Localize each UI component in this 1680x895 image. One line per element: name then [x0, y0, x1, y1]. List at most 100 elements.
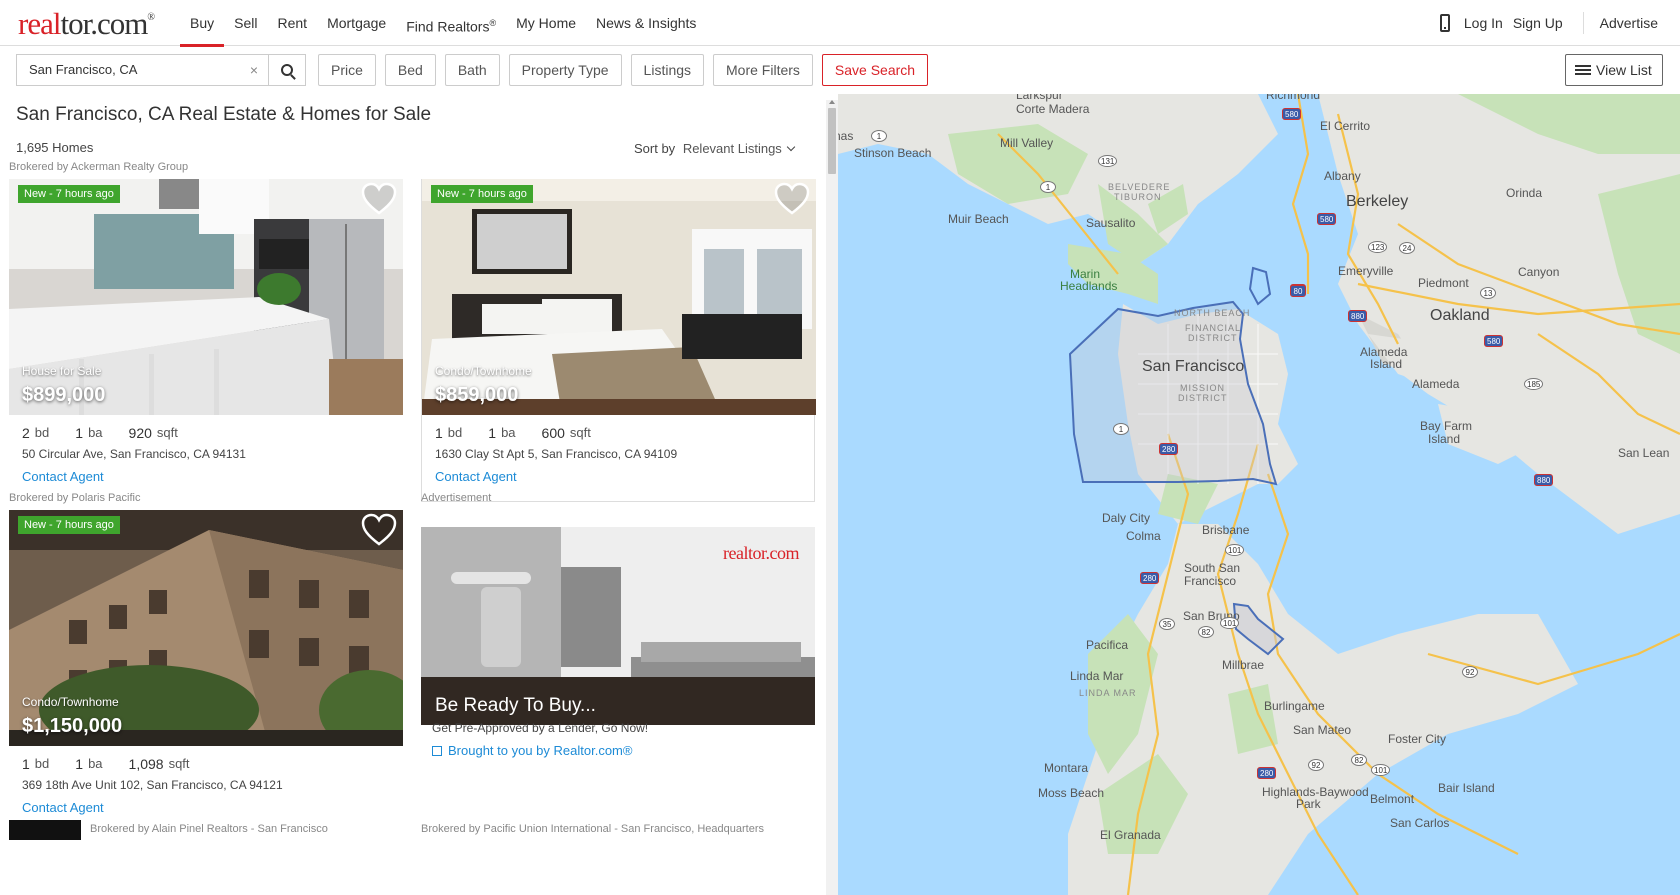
mobile-phone-icon[interactable] [1439, 14, 1450, 32]
kitchen-photo [9, 179, 403, 415]
highway-shield-icon: 35 [1159, 618, 1175, 630]
map-label-headlands: Headlands [1060, 279, 1118, 293]
contact-agent-link[interactable]: Contact Agent [435, 469, 517, 484]
location-search-input[interactable]: San Francisco, CA × [16, 54, 268, 86]
clear-search-icon[interactable]: × [250, 55, 258, 85]
nav-mortgage[interactable]: Mortgage [317, 0, 396, 46]
ad-sponsor-text: Brought to you by Realtor.com® [448, 743, 633, 758]
map-label-emeryville: Emeryville [1338, 264, 1394, 278]
listing-price: $859,000 [435, 384, 519, 406]
map-label-north-beach: NORTH BEACH [1174, 308, 1251, 318]
map-label-brisbane: Brisbane [1202, 523, 1250, 537]
new-listing-badge: New - 7 hours ago [18, 516, 120, 534]
listing-price: $1,150,000 [22, 715, 123, 737]
ad-banner[interactable]: realtor.com Be Ready To Buy... [421, 527, 815, 725]
beds-value: 1 [435, 425, 443, 441]
sort-dropdown[interactable]: Sort by Relevant Listings [634, 141, 796, 156]
listing-price: $899,000 [22, 384, 106, 406]
scrollbar-thumb[interactable] [828, 108, 836, 174]
listing-address[interactable]: 50 Circular Ave, San Francisco, CA 94131 [22, 447, 246, 461]
map-label-san-francisco: San Francisco [1142, 358, 1245, 375]
broker-label: Brokered by Pacific Union International … [421, 823, 765, 835]
bath-filter-button[interactable]: Bath [444, 54, 500, 86]
contact-agent-link[interactable]: Contact Agent [22, 800, 104, 815]
advertise-link[interactable]: Advertise [1600, 15, 1658, 31]
signup-link[interactable]: Sign Up [1513, 15, 1563, 31]
map-label-muir-beach: Muir Beach [948, 212, 1009, 226]
filter-buttons: Price Bed Bath Property Type Listings Mo… [318, 54, 929, 86]
highway-shield-icon: 280 [1140, 572, 1160, 584]
listing-card[interactable]: New - 7 hours ago House for Sale $899,00… [9, 179, 403, 499]
advertisement-label: Advertisement [421, 492, 492, 504]
listing-photo[interactable]: New - 7 hours ago Condo/Townhome $859,00… [422, 179, 816, 415]
login-link[interactable]: Log In [1464, 15, 1503, 31]
ad-sponsor-link[interactable]: Brought to you by Realtor.com® [432, 743, 632, 758]
beds-unit: bd [34, 425, 50, 440]
nav-my-home[interactable]: My Home [506, 0, 586, 46]
map-label-moss-beach: Moss Beach [1038, 786, 1105, 800]
broker-label: Brokered by Alain Pinel Realtors - San F… [90, 823, 328, 835]
highway-shield-icon: 280 [1159, 443, 1179, 455]
highway-shield-icon: 92 [1462, 666, 1478, 678]
heart-icon[interactable] [361, 513, 397, 547]
heart-icon[interactable] [774, 182, 810, 216]
listing-card[interactable]: New - 7 hours ago Condo/Townhome $859,00… [421, 179, 816, 502]
results-scrollbar[interactable] [826, 100, 838, 895]
nav-find-realtors[interactable]: Find Realtors® [396, 0, 506, 46]
map-label-mission: MISSION [1180, 383, 1226, 393]
listing-address[interactable]: 369 18th Ave Unit 102, San Francisco, CA… [22, 778, 283, 792]
map-label-linda-mar: Linda Mar [1070, 669, 1124, 683]
nav-find-realtors-sup: ® [489, 18, 497, 28]
highway-shield-icon: 80 [1290, 285, 1306, 297]
more-filters-button[interactable]: More Filters [713, 54, 813, 86]
highway-shield-icon: 92 [1308, 759, 1324, 771]
map-label-burlingame: Burlingame [1264, 699, 1325, 713]
highway-shield-icon: 880 [1348, 310, 1368, 322]
nav-sell[interactable]: Sell [224, 0, 267, 46]
highway-shield-icon: 580 [1484, 335, 1504, 347]
contact-agent-link[interactable]: Contact Agent [22, 469, 104, 484]
view-list-button[interactable]: View List [1565, 54, 1663, 86]
sqft-value: 920 [128, 425, 152, 441]
heart-icon[interactable] [361, 182, 397, 216]
sort-value: Relevant Listings [682, 141, 782, 156]
map-label-oakland: Oakland [1430, 307, 1490, 324]
nav-buy[interactable]: Buy [180, 0, 225, 47]
highway-shield-icon: 1 [1040, 181, 1056, 193]
price-filter-button[interactable]: Price [318, 54, 376, 86]
nav-news-insights[interactable]: News & Insights [586, 0, 706, 46]
beds-value: 1 [22, 756, 30, 772]
listing-address[interactable]: 1630 Clay St Apt 5, San Francisco, CA 94… [435, 447, 677, 461]
nav-rent[interactable]: Rent [267, 0, 317, 46]
broker-label: Brokered by Ackerman Realty Group [9, 161, 189, 173]
listings-filter-button[interactable]: Listings [630, 54, 705, 86]
map-label-belvedere: BELVEDERE [1108, 182, 1171, 192]
map-label-sausalito: Sausalito [1086, 216, 1136, 230]
map-label-stinson: Stinson Beach [854, 146, 932, 160]
search-button[interactable] [268, 54, 306, 86]
map-label-orinda: Orinda [1506, 186, 1543, 200]
map-label-bay-farm-island: Island [1428, 432, 1461, 446]
ad-subtext: Get Pre-Approved by a Lender, Go Now! [432, 721, 649, 735]
chevron-down-icon [786, 142, 796, 152]
map-view[interactable]: Larkspur Corte Madera Richmond El Cerrit… [838, 94, 1680, 895]
map-label-south-san-francisco: Francisco [1184, 574, 1237, 588]
map-label-belmont: Belmont [1370, 792, 1415, 806]
bed-filter-button[interactable]: Bed [384, 54, 436, 86]
baths-value: 1 [488, 425, 497, 441]
realtor-logo[interactable]: realtor.com® [18, 6, 155, 42]
sqft-value: 1,098 [128, 756, 164, 772]
beds-value: 2 [22, 425, 30, 441]
listing-photo[interactable]: New - 7 hours ago Condo/Townhome $1,150,… [9, 510, 403, 746]
listing-photo[interactable]: New - 7 hours ago House for Sale $899,00… [9, 179, 403, 415]
property-type-filter-button[interactable]: Property Type [508, 54, 622, 86]
building-photo [9, 510, 403, 746]
map-label-daly-city: Daly City [1102, 511, 1151, 525]
nav-divider [1582, 12, 1584, 34]
listing-card[interactable]: New - 7 hours ago Condo/Townhome $1,150,… [9, 510, 403, 830]
save-search-button[interactable]: Save Search [821, 54, 929, 86]
map-label-bolinas: Bolinas [838, 129, 854, 143]
scroll-up-arrow-icon[interactable] [829, 100, 835, 104]
list-icon [1575, 65, 1591, 75]
baths-unit: ba [88, 756, 103, 771]
